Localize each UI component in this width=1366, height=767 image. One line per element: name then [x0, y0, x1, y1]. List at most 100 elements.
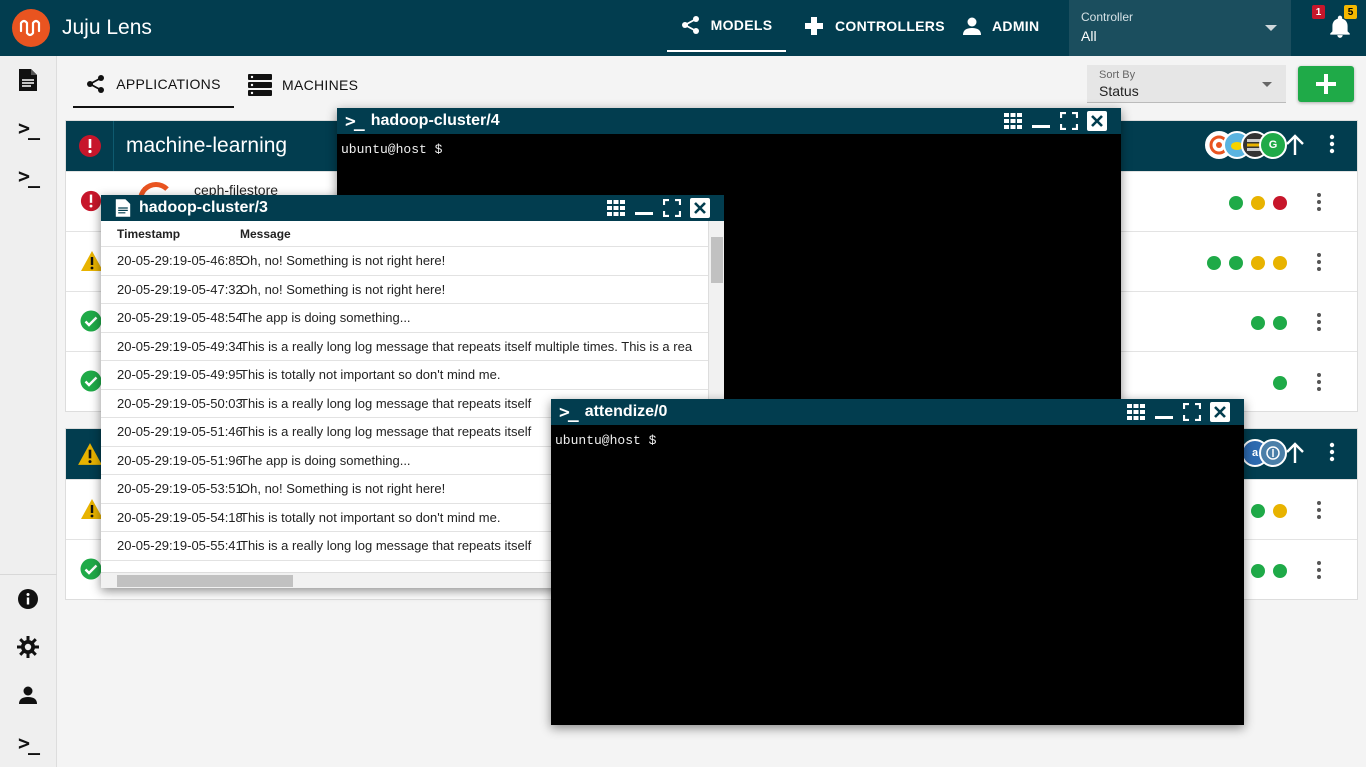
- log-timestamp: 20-05-29:19-05-54:18: [117, 509, 243, 525]
- minimize-icon[interactable]: [1031, 111, 1051, 131]
- window-title-bar[interactable]: >_ hadoop-cluster/4: [337, 108, 1121, 134]
- log-message: Oh, no! Something is not right here!: [240, 281, 446, 297]
- add-button[interactable]: [1298, 66, 1354, 102]
- more-vert-icon[interactable]: [1329, 442, 1335, 467]
- log-timestamp: 20-05-29:19-05-55:41: [117, 538, 243, 554]
- more-vert-icon[interactable]: [1316, 252, 1322, 277]
- unit-dot: [1229, 256, 1243, 270]
- error-icon: [78, 135, 101, 157]
- log-message: This is a really long log message that r…: [240, 538, 532, 554]
- window-title-bar[interactable]: >_ attendize/0: [551, 399, 1244, 425]
- grid-icon[interactable]: [606, 198, 626, 218]
- fullscreen-icon[interactable]: [662, 198, 682, 218]
- minimize-icon[interactable]: [634, 198, 654, 218]
- log-row: 20-05-29:19-05-48:54 The app is doing som…: [101, 304, 708, 333]
- more-vert-icon[interactable]: [1316, 500, 1322, 525]
- sort-by-label: Sort By: [1099, 69, 1136, 81]
- document-icon[interactable]: [12, 64, 44, 96]
- log-timestamp: 20-05-29:19-05-50:03: [117, 395, 243, 411]
- unit-dot: [1251, 504, 1265, 518]
- chevron-down-icon: [1265, 25, 1277, 31]
- person-icon[interactable]: [12, 679, 44, 711]
- server-icon: [248, 74, 272, 96]
- tab-machines[interactable]: MACHINES: [248, 62, 358, 108]
- sort-by-select[interactable]: Sort By Status: [1087, 65, 1286, 103]
- column-header-message: Message: [240, 226, 291, 241]
- unit-dot: [1251, 196, 1265, 210]
- log-timestamp: 20-05-29:19-05-51:96: [117, 452, 243, 468]
- unit-dot: [1273, 504, 1287, 518]
- nav-controllers[interactable]: CONTROLLERS: [803, 0, 945, 52]
- terminal-icon[interactable]: >_: [12, 727, 44, 759]
- log-message: The app is doing something...: [240, 452, 411, 468]
- tab-machines-label: MACHINES: [282, 77, 359, 93]
- close-icon[interactable]: [690, 198, 710, 218]
- share-icon: [681, 16, 699, 34]
- terminal-prompt: ubuntu@host $: [341, 142, 443, 157]
- log-row: 20-05-29:19-05-49:34 This is a really lon…: [101, 333, 708, 361]
- unit-status-dots: [1251, 316, 1287, 330]
- error-count-badge: 1: [1312, 5, 1325, 19]
- charm-icons: G: [1205, 131, 1287, 159]
- unit-status-dots: [1251, 504, 1287, 518]
- window-title: attendize/0: [584, 403, 668, 420]
- warning-icon: [77, 443, 102, 465]
- terminal-icon: >_: [559, 401, 579, 423]
- arrow-up-icon[interactable]: [1285, 442, 1305, 469]
- charm-icons: a: [1241, 439, 1287, 467]
- log-timestamp: 20-05-29:19-05-46:85: [117, 253, 243, 269]
- more-vert-icon[interactable]: [1316, 192, 1322, 217]
- terminal-output[interactable]: ubuntu@host $: [551, 425, 1244, 725]
- terminal-window[interactable]: >_ attendize/0 ubuntu@host $: [551, 399, 1244, 725]
- log-timestamp: 20-05-29:19-05-53:51: [117, 481, 243, 497]
- arrow-up-icon[interactable]: [1285, 134, 1305, 161]
- window-controls: [1003, 111, 1107, 131]
- unit-dot: [1273, 316, 1287, 330]
- juju-logo-icon[interactable]: [12, 9, 50, 47]
- sort-by-value: Status: [1099, 83, 1139, 99]
- share-icon: [87, 75, 105, 93]
- more-vert-icon[interactable]: [1316, 312, 1322, 337]
- log-timestamp: 20-05-29:19-05-47:32: [117, 281, 243, 297]
- more-vert-icon[interactable]: [1316, 372, 1322, 397]
- nav-models[interactable]: MODELS: [667, 0, 786, 52]
- log-message: Oh, no! Something is not right here!: [240, 481, 446, 497]
- info-icon[interactable]: [12, 583, 44, 615]
- nav-models-label: MODELS: [710, 17, 773, 33]
- grid-icon[interactable]: [1126, 402, 1146, 422]
- terminal-icon: >_: [345, 110, 365, 132]
- terminal-icon[interactable]: >_: [12, 160, 44, 192]
- rail-divider: [0, 574, 57, 575]
- minimize-icon[interactable]: [1154, 402, 1174, 422]
- unit-status-dots: [1273, 376, 1287, 390]
- grid-icon[interactable]: [1003, 111, 1023, 131]
- scrollbar-thumb[interactable]: [117, 575, 293, 587]
- chevron-down-icon: [1262, 82, 1272, 87]
- unit-dot: [1251, 316, 1265, 330]
- log-message: This is a really long log message that r…: [240, 338, 693, 354]
- more-vert-icon[interactable]: [1316, 560, 1322, 585]
- more-vert-icon[interactable]: [1329, 134, 1335, 159]
- document-icon: [115, 199, 131, 217]
- terminal-icon[interactable]: >_: [12, 112, 44, 144]
- fullscreen-icon[interactable]: [1059, 111, 1079, 131]
- unit-dot: [1273, 376, 1287, 390]
- model-status: [66, 121, 114, 171]
- unit-dot: [1251, 256, 1265, 270]
- controller-select[interactable]: Controller All: [1069, 0, 1291, 56]
- unit-dot: [1229, 196, 1243, 210]
- unit-dot: [1251, 564, 1265, 578]
- check-icon: [80, 558, 102, 585]
- log-timestamp: 20-05-29:19-05-51:46: [117, 424, 243, 440]
- nav-admin[interactable]: ADMIN: [962, 0, 1039, 52]
- scrollbar-thumb[interactable]: [711, 237, 723, 283]
- window-controls: [606, 198, 710, 218]
- unit-status-dots: [1207, 256, 1287, 270]
- fullscreen-icon[interactable]: [1182, 402, 1202, 422]
- close-icon[interactable]: [1210, 402, 1230, 422]
- controller-select-label: Controller: [1081, 10, 1134, 24]
- tab-applications[interactable]: APPLICATIONS: [73, 62, 234, 108]
- gear-icon[interactable]: [12, 631, 44, 663]
- close-icon[interactable]: [1087, 111, 1107, 131]
- window-title-bar[interactable]: hadoop-cluster/3: [101, 195, 724, 221]
